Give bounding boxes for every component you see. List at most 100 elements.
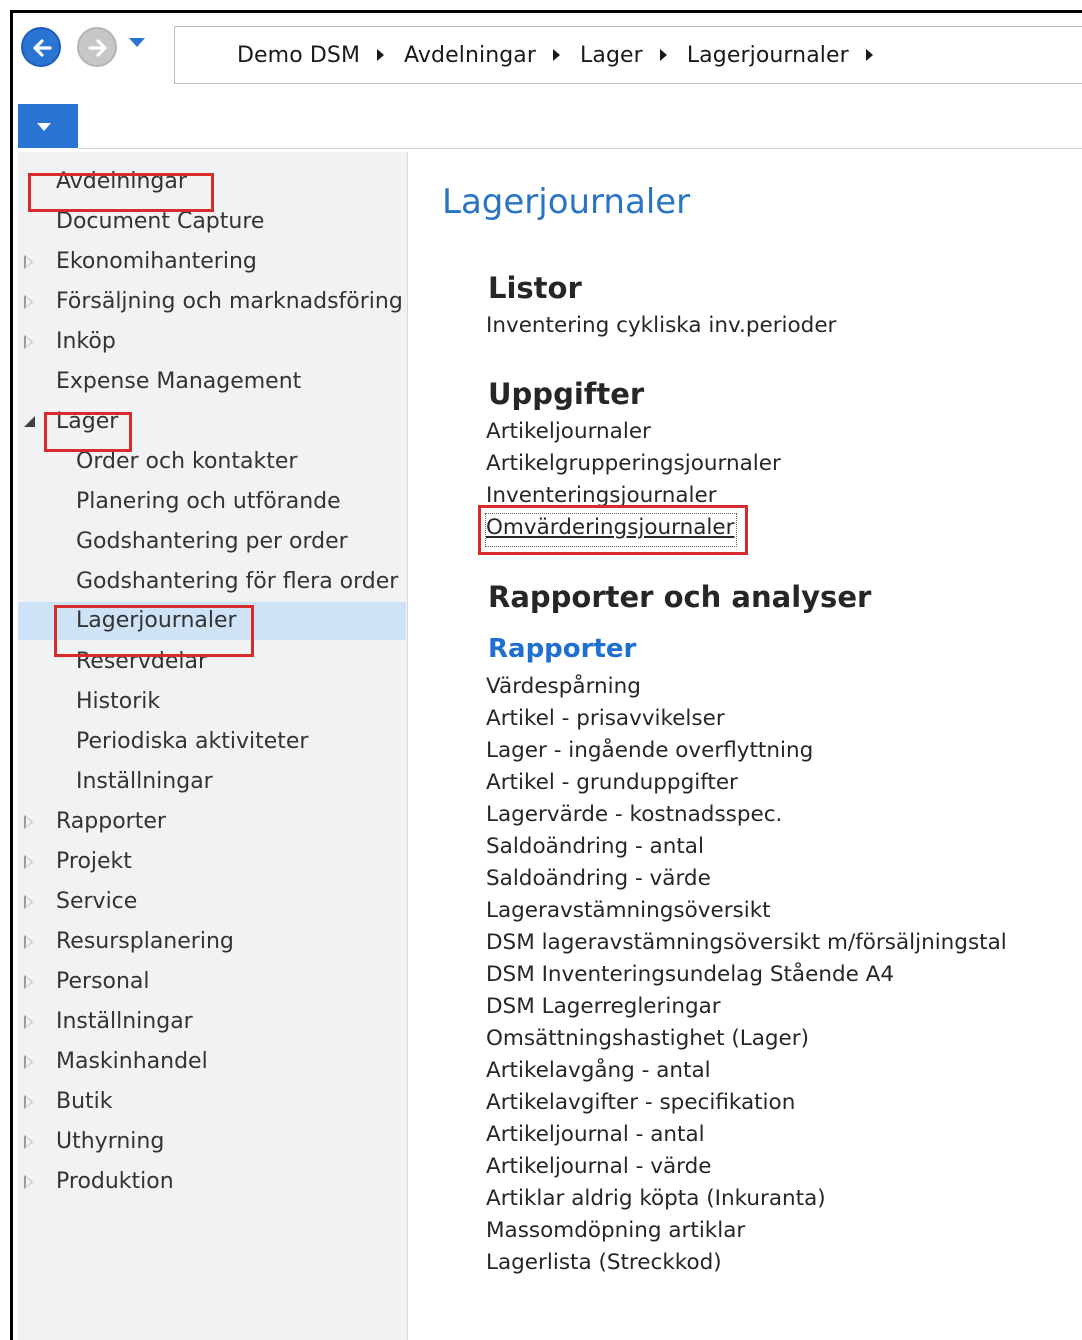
sidebar-item[interactable]: Avdelningar	[18, 163, 406, 201]
action-link[interactable]: Värdespårning	[486, 672, 641, 702]
action-link[interactable]: Omsättningshastighet (Lager)	[486, 1024, 809, 1054]
action-link[interactable]: Lagerlista (Streckkod)	[486, 1248, 722, 1278]
sidebar-item[interactable]: Inköp	[18, 323, 406, 361]
action-link[interactable]: Artikeljournal - värde	[486, 1152, 712, 1182]
sidebar-item[interactable]: Inställningar	[18, 1003, 406, 1041]
sidebar-item-label: Service	[56, 889, 138, 914]
breadcrumb-separator-icon[interactable]	[659, 49, 667, 61]
action-link[interactable]: Saldoändring - antal	[486, 832, 704, 862]
sidebar-item[interactable]: Lagerjournaler	[18, 602, 406, 640]
action-link[interactable]: Artikelavgifter - specifikation	[486, 1088, 795, 1118]
sidebar-item-label: Lagerjournaler	[76, 608, 237, 633]
breadcrumb-separator-icon[interactable]	[553, 49, 561, 61]
action-link[interactable]: Artiklar aldrig köpta (Inkuranta)	[486, 1184, 826, 1214]
expand-icon[interactable]	[24, 815, 33, 829]
breadcrumb-separator-icon[interactable]	[865, 49, 873, 61]
sidebar-item[interactable]: Personal	[18, 963, 406, 1001]
sidebar-item[interactable]: Reservdelar	[18, 643, 406, 681]
sidebar-item-label: Periodiska aktiviteter	[76, 729, 309, 754]
sidebar-item[interactable]: Planering och utförande	[18, 483, 406, 521]
sidebar-item[interactable]: Rapporter	[18, 803, 406, 841]
expand-icon[interactable]	[24, 895, 33, 909]
expand-icon[interactable]	[24, 335, 33, 349]
action-link[interactable]: Lager - ingående overflyttning	[486, 736, 813, 766]
sidebar-item-label: Reservdelar	[76, 649, 208, 674]
sidebar-item[interactable]: Inställningar	[18, 763, 406, 801]
action-link[interactable]: DSM Inventeringsundelag Stående A4	[486, 960, 894, 990]
breadcrumb-item[interactable]: Lager	[580, 43, 643, 68]
sidebar-item-label: Document Capture	[56, 209, 265, 234]
history-dropdown-icon[interactable]	[129, 38, 145, 47]
expand-icon[interactable]	[24, 935, 33, 949]
sidebar-item[interactable]: Service	[18, 883, 406, 921]
ribbon-expand-button[interactable]	[18, 104, 78, 148]
chevron-down-icon	[37, 123, 51, 131]
section-heading-rapporter-och-analyser: Rapporter och analyser	[488, 580, 872, 614]
sidebar-item-label: Ekonomihantering	[56, 249, 257, 274]
sidebar-item-label: Lager	[56, 409, 119, 434]
sidebar-item[interactable]: Godshantering per order	[18, 523, 406, 561]
action-link[interactable]: Massomdöpning artiklar	[486, 1216, 745, 1246]
action-link[interactable]: Inventering cykliska inv.perioder	[486, 311, 836, 341]
sidebar-item-label: Resursplanering	[56, 929, 234, 954]
sidebar-item[interactable]: Lager	[18, 403, 406, 441]
sidebar-item[interactable]: Document Capture	[18, 203, 406, 241]
sidebar-item-label: Order och kontakter	[76, 449, 298, 474]
action-link[interactable]: Saldoändring - värde	[486, 864, 711, 894]
expand-icon[interactable]	[24, 1055, 33, 1069]
expand-icon[interactable]	[24, 1175, 33, 1189]
breadcrumb-item[interactable]: Lagerjournaler	[687, 43, 849, 68]
sidebar-item-label: Maskinhandel	[56, 1049, 208, 1074]
sidebar-item[interactable]: Ekonomihantering	[18, 243, 406, 281]
expand-icon[interactable]	[24, 975, 33, 989]
sidebar-item[interactable]: Butik	[18, 1083, 406, 1121]
sidebar-item[interactable]: Order och kontakter	[18, 443, 406, 481]
sidebar-item[interactable]: Försäljning och marknadsföring	[18, 283, 406, 321]
sidebar-item-label: Inställningar	[76, 769, 213, 794]
sidebar-item[interactable]: Maskinhandel	[18, 1043, 406, 1081]
breadcrumb-item[interactable]: Avdelningar	[404, 43, 536, 68]
section-heading-listor: Listor	[488, 271, 582, 305]
address-bar[interactable]: Demo DSM Avdelningar Lager Lagerjournale…	[174, 26, 1082, 84]
collapse-icon[interactable]	[24, 416, 35, 427]
sidebar-item[interactable]: Projekt	[18, 843, 406, 881]
sidebar-item[interactable]: Expense Management	[18, 363, 406, 401]
action-link[interactable]: Artikeljournaler	[486, 417, 651, 447]
action-link[interactable]: Artikel - prisavvikelser	[486, 704, 725, 734]
sidebar-item-label: Personal	[56, 969, 150, 994]
sidebar-item-label: Inställningar	[56, 1009, 193, 1034]
forward-button[interactable]	[77, 27, 117, 67]
sidebar-item[interactable]: Periodiska aktiviteter	[18, 723, 406, 761]
action-link[interactable]: Artikelavgång - antal	[486, 1056, 711, 1086]
back-button[interactable]	[21, 27, 61, 67]
section-heading-uppgifter: Uppgifter	[488, 377, 645, 411]
action-link[interactable]: Artikel - grunduppgifter	[486, 768, 738, 798]
expand-icon[interactable]	[24, 1135, 33, 1149]
sidebar-item-label: Expense Management	[56, 369, 302, 394]
sidebar-item[interactable]: Historik	[18, 683, 406, 721]
subheading-rapporter: Rapporter	[488, 634, 637, 664]
sidebar-item-label: Inköp	[56, 329, 116, 354]
expand-icon[interactable]	[24, 255, 33, 269]
sidebar-item[interactable]: Produktion	[18, 1163, 406, 1201]
action-link[interactable]: Lageravstämningsöversikt	[486, 896, 771, 926]
action-link[interactable]: Artikelgrupperingsjournaler	[486, 449, 781, 479]
sidebar-item[interactable]: Resursplanering	[18, 923, 406, 961]
expand-icon[interactable]	[24, 295, 33, 309]
sidebar-item[interactable]: Godshantering för flera order	[18, 563, 406, 601]
action-link[interactable]: DSM Lagerregleringar	[486, 992, 721, 1022]
action-link[interactable]: Lagervärde - kostnadsspec.	[486, 800, 782, 830]
sidebar-item[interactable]: Uthyrning	[18, 1123, 406, 1161]
expand-icon[interactable]	[24, 1095, 33, 1109]
sidebar-item-label: Historik	[76, 689, 161, 714]
action-link[interactable]: DSM lageravstämningsöversikt m/försäljni…	[486, 928, 1007, 958]
action-link[interactable]: Artikeljournal - antal	[486, 1120, 705, 1150]
sidebar-item-label: Uthyrning	[56, 1129, 165, 1154]
expand-icon[interactable]	[24, 855, 33, 869]
sidebar-item-label: Godshantering per order	[76, 529, 348, 554]
sidebar-item-label: Produktion	[56, 1169, 174, 1194]
breadcrumb-item[interactable]: Demo DSM	[237, 43, 360, 68]
sidebar-item-label: Försäljning och marknadsföring	[56, 289, 403, 314]
breadcrumb-separator-icon[interactable]	[377, 49, 385, 61]
expand-icon[interactable]	[24, 1015, 33, 1029]
